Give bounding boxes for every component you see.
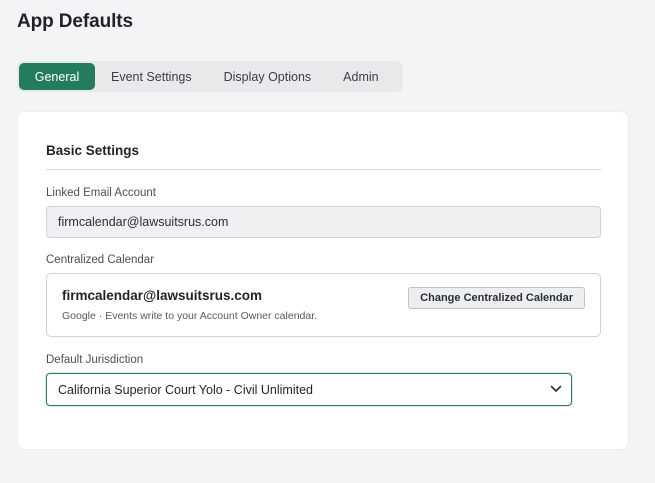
tab-display-options[interactable]: Display Options — [208, 63, 328, 90]
centralized-calendar-label: Centralized Calendar — [46, 254, 155, 266]
default-jurisdiction-select[interactable]: California Superior Court Yolo - Civil U… — [46, 373, 572, 406]
linked-email-label: Linked Email Account — [46, 187, 156, 199]
centralized-calendar-email: firmcalendar@lawsuitsrus.com — [62, 288, 262, 303]
chevron-down-icon — [550, 385, 562, 392]
tab-event-settings[interactable]: Event Settings — [95, 63, 208, 90]
tab-general[interactable]: General — [19, 63, 95, 90]
change-centralized-calendar-button[interactable]: Change Centralized Calendar — [408, 287, 585, 309]
centralized-calendar-box: firmcalendar@lawsuitsrus.com Google · Ev… — [46, 273, 601, 337]
basic-settings-card: Basic Settings Linked Email Account firm… — [17, 111, 629, 450]
app-defaults-page: App Defaults General Event Settings Disp… — [0, 0, 655, 483]
tab-admin[interactable]: Admin — [327, 63, 394, 90]
linked-email-field: firmcalendar@lawsuitsrus.com — [46, 206, 601, 238]
tab-bar: General Event Settings Display Options A… — [17, 61, 403, 92]
page-title: App Defaults — [17, 11, 133, 32]
default-jurisdiction-label: Default Jurisdiction — [46, 354, 144, 366]
section-title: Basic Settings — [46, 143, 140, 158]
section-divider — [46, 169, 601, 170]
centralized-calendar-description: Google · Events write to your Account Ow… — [62, 310, 318, 322]
default-jurisdiction-value: California Superior Court Yolo - Civil U… — [58, 382, 313, 397]
